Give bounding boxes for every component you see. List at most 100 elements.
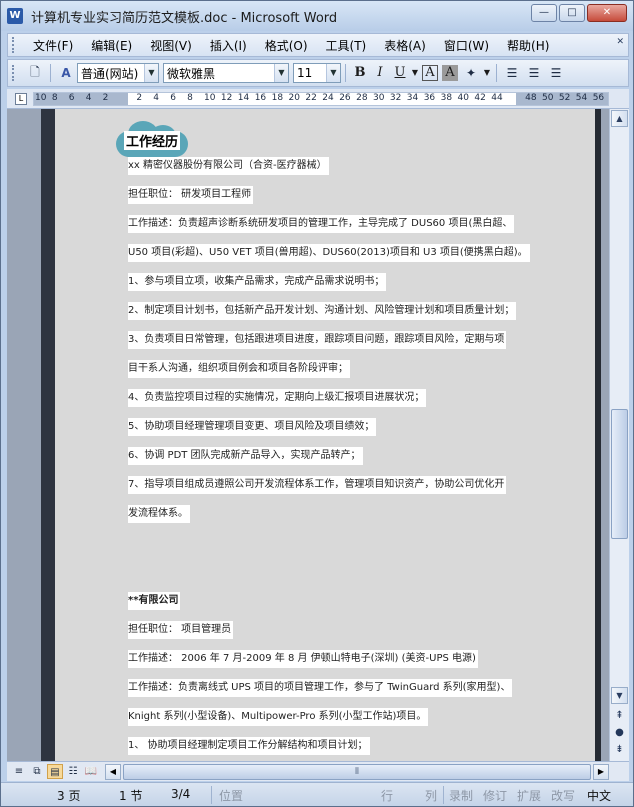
status-page-of: 3/4 (171, 787, 191, 801)
word-window: W 计算机专业实习简历范文模板.doc - Microsoft Word — □… (0, 0, 634, 807)
document-line[interactable]: U50 项目(彩超)、U50 VET 项目(兽用超)、DUS60(2013)项目… (128, 244, 530, 262)
document-line[interactable]: 1、参与项目立项，收集产品需求，完成产品需求说明书； (128, 273, 387, 291)
menu-file[interactable]: 文件(F) (24, 37, 82, 54)
outline-view-icon[interactable]: ☷ (65, 764, 81, 779)
document-line[interactable]: 工作描述： 2006 年 7 月-2009 年 8 月 伊顿山特电子(深圳) (… (128, 650, 478, 668)
toolbar-grip[interactable] (12, 65, 18, 81)
align-center-icon[interactable]: ☰ (524, 63, 544, 83)
document-line[interactable]: 3、负责项目日常管理，包括跟进项目进度，跟踪项目问题，跟踪项目风险，定期与项 (128, 331, 507, 349)
web-view-icon[interactable]: ⧉ (29, 764, 45, 779)
menu-close-doc-icon[interactable]: ✕ (616, 37, 624, 47)
font-size-value: 11 (297, 66, 313, 80)
status-column: 列 (425, 789, 438, 803)
document-line[interactable]: 5、协助项目经理管理项目变更、项目风险及项目绩效； (128, 418, 377, 436)
document-page[interactable]: 工作经历 xx 精密仪器股份有限公司（合资-医疗器械） 担任职位： 研发项目工程师… (41, 109, 601, 761)
document-line[interactable]: 目干系人沟通，组织项目例会和项目各阶段评审； (128, 360, 350, 378)
ruler-number: 10 (204, 93, 216, 103)
document-line[interactable]: 7、指导项目组成员遵照公司开发流程体系工作，管理项目知识资产，协助公司优化开 (128, 476, 507, 494)
toolbar-separator (496, 64, 497, 82)
next-page-icon[interactable]: ⇟ (612, 743, 627, 757)
scroll-up-button[interactable]: ▲ (611, 110, 628, 127)
status-page: 3 页 (57, 789, 81, 803)
menu-window[interactable]: 窗口(W) (435, 37, 498, 54)
text-effects-icon[interactable]: ✦ (461, 63, 481, 83)
ruler-number: 48 (525, 93, 537, 103)
print-view-icon[interactable]: ▤ (47, 764, 63, 779)
document-line[interactable]: xx 精密仪器股份有限公司（合资-医疗器械） (128, 157, 329, 175)
chevron-down-icon[interactable]: ▼ (144, 64, 158, 82)
scroll-left-button[interactable]: ◀ (105, 764, 121, 780)
scroll-down-button[interactable]: ▼ (611, 687, 628, 704)
normal-view-icon[interactable]: ≡ (11, 764, 27, 779)
ruler-number: 6 (68, 93, 75, 103)
document-line[interactable]: 发流程体系。 (128, 505, 190, 523)
minimize-button[interactable]: — (531, 4, 557, 22)
chevron-down-icon[interactable]: ▼ (326, 64, 340, 82)
horizontal-ruler[interactable]: L 10 8 6 4 2 2 4 6 8 10 12 14 16 18 20 22 24 26 28 30 32 34 36… (7, 89, 629, 109)
document-line[interactable]: **有限公司 (128, 592, 181, 610)
status-bar: 3 页 1 节 3/4 位置 行 列 录制 修订 扩展 改写 中文 (1, 782, 633, 806)
menu-edit[interactable]: 编辑(E) (82, 37, 141, 54)
menu-view[interactable]: 视图(V) (141, 37, 201, 54)
ruler-number: 6 (170, 93, 176, 103)
status-language[interactable]: 中文 (587, 787, 611, 804)
horizontal-scroll-thumb[interactable]: ⦀ (123, 764, 591, 780)
document-line[interactable]: 工作描述：负责超声诊断系统研发项目的管理工作，主导完成了 DUS60 项目(黑白… (128, 215, 515, 233)
word-app-icon[interactable]: W (7, 8, 23, 24)
ruler-number: 10 (35, 93, 47, 103)
align-right-icon[interactable]: ☰ (546, 63, 566, 83)
status-revise[interactable]: 修订 (483, 787, 507, 804)
font-size-select[interactable]: 11 ▼ (293, 63, 341, 83)
status-separator (443, 786, 444, 804)
menu-grip[interactable] (12, 37, 18, 53)
ruler-number: 26 (339, 93, 351, 103)
document-line[interactable]: 6、协调 PDT 团队完成新产品导入，实现产品转产； (128, 447, 363, 465)
vertical-scrollbar[interactable]: ▲ ▼ ⇞ ● ⇟ (609, 109, 629, 761)
document-line[interactable]: 2、制定项目计划书，包括新产品开发计划、沟通计划、风险管理计划和项目质量计划； (128, 302, 517, 320)
status-record[interactable]: 录制 (449, 787, 473, 804)
status-extend[interactable]: 扩展 (517, 787, 541, 804)
menu-tools[interactable]: 工具(T) (317, 37, 376, 54)
ruler-number: 42 (474, 93, 486, 103)
scroll-right-button[interactable]: ▶ (593, 764, 609, 780)
vertical-scroll-thumb[interactable] (611, 409, 628, 539)
bold-button[interactable]: B (350, 63, 370, 83)
menu-format[interactable]: 格式(O) (256, 37, 317, 54)
font-select[interactable]: 微软雅黑 ▼ (163, 63, 289, 83)
ruler-number: 38 (440, 93, 453, 103)
char-border-button[interactable]: A (422, 65, 438, 81)
chevron-down-icon[interactable]: ▼ (274, 64, 288, 82)
underline-button[interactable]: U (390, 63, 410, 83)
style-select[interactable]: 普通(网站) ▼ (77, 63, 159, 83)
effects-dropdown-icon[interactable]: ▼ (482, 63, 492, 83)
document-area[interactable]: 工作经历 xx 精密仪器股份有限公司（合资-医疗器械） 担任职位： 研发项目工程师… (7, 109, 609, 761)
char-shading-button[interactable]: A (442, 65, 458, 81)
align-left-icon[interactable]: ☰ (502, 63, 522, 83)
close-button[interactable]: ✕ (587, 4, 627, 22)
ruler-number: 18 (271, 93, 284, 103)
tab-selector[interactable]: L (15, 93, 27, 105)
ruler-number: 40 (457, 93, 469, 103)
page-left-border (41, 109, 55, 761)
select-browse-object-icon[interactable]: ● (612, 726, 627, 740)
new-document-icon[interactable]: 🗋 (25, 63, 45, 83)
ruler-number: 14 (237, 93, 250, 103)
styles-pane-icon[interactable]: A (56, 63, 76, 83)
document-line[interactable]: 担任职位： 项目管理员 (128, 621, 234, 639)
document-line[interactable]: 工作描述：负责离线式 UPS 项目的项目管理工作，参与了 TwinGuard 系… (128, 679, 513, 697)
document-line[interactable]: Knight 系列(小型设备)、Multipower-Pro 系列(小型工作站)… (128, 708, 429, 726)
document-line[interactable]: 4、负责监控项目过程的实施情况，定期向上级汇报项目进展状况； (128, 389, 427, 407)
document-line[interactable]: 担任职位： 研发项目工程师 (128, 186, 254, 204)
previous-page-icon[interactable]: ⇞ (612, 709, 627, 723)
italic-button[interactable]: I (370, 63, 390, 83)
reading-view-icon[interactable]: 📖 (83, 764, 99, 779)
ruler-number: 28 (356, 93, 368, 103)
document-line[interactable]: 1、 协助项目经理制定项目工作分解结构和项目计划； (128, 737, 370, 755)
maximize-button[interactable]: □ (559, 4, 585, 22)
status-separator (211, 786, 212, 804)
status-overtype[interactable]: 改写 (551, 787, 575, 804)
menu-insert[interactable]: 插入(I) (201, 37, 256, 54)
menu-help[interactable]: 帮助(H) (498, 37, 558, 54)
underline-dropdown-icon[interactable]: ▼ (410, 63, 420, 83)
menu-table[interactable]: 表格(A) (375, 37, 435, 54)
